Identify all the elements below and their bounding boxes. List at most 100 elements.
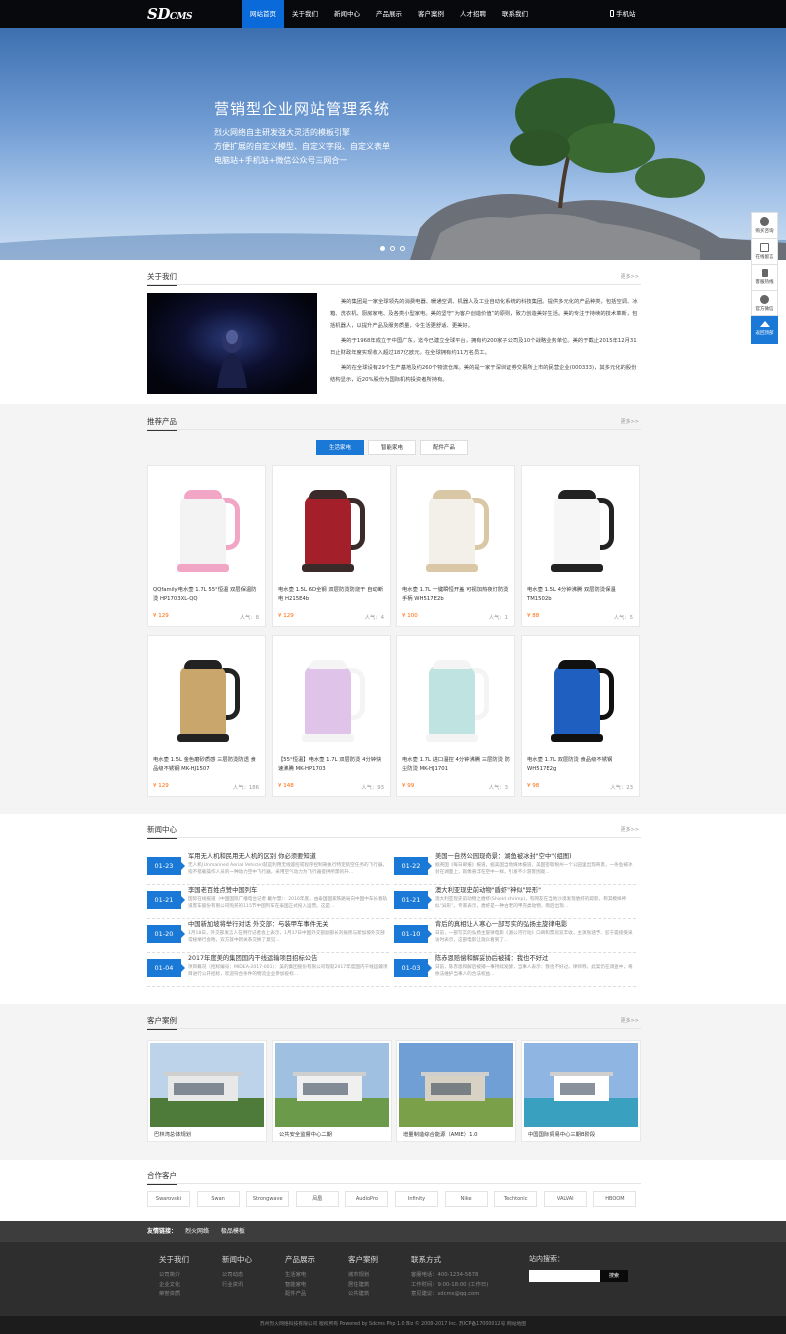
product-image[interactable] [544, 646, 620, 746]
news-item[interactable]: 01-21 李国老百姓点赞中国列车 国际在线报道（中国国际广播电台记者 戴尔慧）：2… [147, 885, 393, 921]
case-card[interactable]: 巴林湾总体规划 [147, 1040, 267, 1142]
sidebar-item-message[interactable]: 在线留言 [751, 238, 778, 264]
product-name[interactable]: 电水壶 1.7L 一键瞬恒开盖 可视加热夜灯防烫手柄 WH517E2b [402, 586, 510, 604]
mobile-site-link[interactable]: 手机站 [610, 0, 636, 28]
partner-logo[interactable]: HBOOM [593, 1191, 637, 1207]
about-video-thumbnail[interactable] [147, 293, 317, 394]
nav-home[interactable]: 网站首页 [242, 0, 284, 28]
product-name[interactable]: 【55°恒温】电水壶 1.7L 双层防烫 4分钟快速沸腾 MK-HP1703 [278, 756, 386, 774]
news-more-link[interactable]: 更多>> [621, 826, 639, 833]
product-card[interactable]: 电水壶 1.7L 一键瞬恒开盖 可视加热夜灯防烫手柄 WH517E2b ¥ 100… [396, 465, 515, 627]
nav-products[interactable]: 产品展示 [368, 0, 410, 28]
product-image[interactable] [295, 476, 371, 576]
product-name[interactable]: 电水壶 1.7L 进口温控 4分钟沸腾 三层防烫 防尘防烫 MK-HJ1701 [402, 756, 510, 774]
product-image[interactable] [170, 646, 246, 746]
case-image[interactable] [524, 1043, 638, 1127]
case-image[interactable] [399, 1043, 513, 1127]
product-image[interactable] [170, 476, 246, 576]
case-image[interactable] [275, 1043, 389, 1127]
product-image[interactable] [295, 646, 371, 746]
product-name[interactable]: 电水壶 1.5L 金色磨砂质感 三层防烫防透 食品级不锈钢 MK-HJ1507 [153, 756, 261, 774]
product-image[interactable] [419, 646, 495, 746]
footer-link[interactable]: 行业资讯 [222, 1281, 252, 1291]
banner-dot-3[interactable] [400, 246, 405, 251]
news-title[interactable]: 澳大利亚现史前动物"盾虾"神似"异形" [435, 885, 640, 894]
tab-smart-appliances[interactable]: 智能家电 [368, 440, 416, 455]
case-card[interactable]: 中国国际贸易中心三期B阶段 [521, 1040, 641, 1142]
product-name[interactable]: 电水壶 1.5L 4分钟沸腾 双层防烫保温 TM1502b [527, 586, 635, 604]
news-item[interactable]: 01-10 背后的真相让人寒心一部写实的弘扬主旋律电影 日前，一部写实的弘扬主旋律电… [394, 919, 640, 955]
partner-logo[interactable]: VALVAI [543, 1191, 587, 1207]
product-image[interactable] [419, 476, 495, 576]
banner-dot-2[interactable] [390, 246, 395, 251]
product-card[interactable]: 【55°恒温】电水壶 1.7L 双层防烫 4分钟快速沸腾 MK-HP1703 ¥ … [272, 635, 391, 797]
cases-more-link[interactable]: 更多>> [621, 1017, 639, 1024]
product-card[interactable]: 电水壶 1.5L 金色磨砂质感 三层防烫防透 食品级不锈钢 MK-HJ1507 ¥… [147, 635, 266, 797]
product-image[interactable] [544, 476, 620, 576]
news-item[interactable]: 01-20 中国新加坡将举行对话 外交部：与装甲车事件无关 1月18日，外交部发言人… [147, 919, 393, 955]
case-name[interactable]: 增量制造综合能源（AMIE）1.0 [403, 1130, 478, 1138]
news-title[interactable]: 背后的真相让人寒心一部写实的弘扬主旋律电影 [435, 919, 640, 928]
news-title[interactable]: 军用无人机和民用无人机的区别 你必须要知道 [188, 851, 393, 860]
site-search-input[interactable] [529, 1270, 600, 1282]
case-name[interactable]: 公共安全监督中心二期 [279, 1130, 332, 1138]
nav-about[interactable]: 关于我们 [284, 0, 326, 28]
news-item[interactable]: 01-22 美国一自然公园现奇景：湖鱼被冰封"空中"(组图) 据英国《每日邮报》报道… [394, 851, 640, 887]
footer-link[interactable]: 企业文化 [159, 1281, 189, 1291]
news-item[interactable]: 01-04 2017年度美的集团国内干线运输项目招标公告 项目概况（招标编号：MID… [147, 953, 393, 989]
news-item[interactable]: 01-03 陈赤恩赔偿和解妥协后被捕：我也不好过 日前，陈赤恩和解后被捕一事持续发酵… [394, 953, 640, 989]
footer-link[interactable]: 公共建筑 [348, 1290, 378, 1300]
sidebar-item-hotline[interactable]: 客服热线 [751, 264, 778, 290]
partner-logo[interactable]: Strongwave [246, 1191, 290, 1207]
footer-link[interactable]: 公司简介 [159, 1271, 189, 1281]
news-title[interactable]: 2017年度美的集团国内干线运输项目招标公告 [188, 953, 393, 962]
partner-logo[interactable]: Infinity [395, 1191, 438, 1207]
nav-jobs[interactable]: 人才招聘 [452, 0, 494, 28]
nav-cases[interactable]: 客户案例 [410, 0, 452, 28]
news-title[interactable]: 中国新加坡将举行对话 外交部：与装甲车事件无关 [188, 919, 393, 928]
case-card[interactable]: 增量制造综合能源（AMIE）1.0 [396, 1040, 516, 1142]
footer-link[interactable]: 居住建筑 [348, 1281, 378, 1291]
product-name[interactable]: 电水壶 1.5L 6D全钢 双层防烫防烧干 自动断电 H215E4b [278, 586, 386, 604]
news-item[interactable]: 01-21 澳大利亚现史前动物"盾虾"神似"异形" 澳大利亚现史前动物之盾虾(Shi… [394, 885, 640, 921]
partner-logo[interactable]: 凤凰 [295, 1191, 339, 1207]
footer-link[interactable]: 荣誉资质 [159, 1290, 189, 1300]
footer-link[interactable]: 城市规划 [348, 1271, 378, 1281]
sidebar-item-purchase[interactable]: 购买咨询 [751, 212, 778, 238]
case-card[interactable]: 公共安全监督中心二期 [272, 1040, 392, 1142]
news-title[interactable]: 陈赤恩赔偿和解妥协后被捕：我也不好过 [435, 953, 640, 962]
site-search-button[interactable]: 搜索 [600, 1270, 628, 1282]
back-to-top-button[interactable]: 返回顶部 [751, 316, 778, 344]
news-item[interactable]: 01-23 军用无人机和民用无人机的区别 你必须要知道 无人机(Unmanned A… [147, 851, 393, 887]
friend-link[interactable]: 极品模板 [221, 1228, 245, 1235]
partner-logo[interactable]: Swarovski [147, 1191, 190, 1207]
about-more-link[interactable]: 更多>> [621, 273, 639, 280]
products-more-link[interactable]: 更多>> [621, 418, 639, 425]
case-name[interactable]: 中国国际贸易中心三期B阶段 [528, 1130, 595, 1138]
footer-link[interactable]: 公司动态 [222, 1271, 252, 1281]
partner-logo[interactable]: Techtonic [494, 1191, 538, 1207]
tab-accessories[interactable]: 配件产品 [420, 440, 468, 455]
product-name[interactable]: 电水壶 1.7L 双层防烫 食品级不锈钢 WH517E2g [527, 756, 635, 774]
product-card[interactable]: 电水壶 1.7L 双层防烫 食品级不锈钢 WH517E2g ¥ 98 人气：23 [521, 635, 640, 797]
partner-logo[interactable]: AudioPro [345, 1191, 389, 1207]
sidebar-item-wechat[interactable]: 官方微信 [751, 290, 778, 316]
product-card[interactable]: QQfamily电水壶 1.7L 55°恒温 双层保温防烫 HP1703XL-Q… [147, 465, 266, 627]
news-title[interactable]: 美国一自然公园现奇景：湖鱼被冰封"空中"(组图) [435, 851, 640, 860]
product-name[interactable]: QQfamily电水壶 1.7L 55°恒温 双层保温防烫 HP1703XL-Q… [153, 586, 261, 604]
footer-link[interactable]: 配件产品 [285, 1290, 315, 1300]
friend-link[interactable]: 烈火网络 [185, 1228, 209, 1235]
nav-news[interactable]: 新闻中心 [326, 0, 368, 28]
footer-link[interactable]: 智能家电 [285, 1281, 315, 1291]
news-title[interactable]: 李国老百姓点赞中国列车 [188, 885, 393, 894]
nav-contact[interactable]: 联系我们 [494, 0, 536, 28]
case-image[interactable] [150, 1043, 264, 1127]
footer-link[interactable]: 生活家电 [285, 1271, 315, 1281]
product-card[interactable]: 电水壶 1.5L 4分钟沸腾 双层防烫保温 TM1502b ¥ 88 人气：5 [521, 465, 640, 627]
case-name[interactable]: 巴林湾总体规划 [154, 1130, 191, 1138]
site-logo[interactable]: SDCMS [147, 5, 192, 23]
product-card[interactable]: 电水壶 1.5L 6D全钢 双层防烫防烧干 自动断电 H215E4b ¥ 129 人… [272, 465, 391, 627]
tab-life-appliances[interactable]: 生活家电 [316, 440, 364, 455]
partner-logo[interactable]: Swan [196, 1191, 240, 1207]
banner-dot-1[interactable] [380, 246, 385, 251]
